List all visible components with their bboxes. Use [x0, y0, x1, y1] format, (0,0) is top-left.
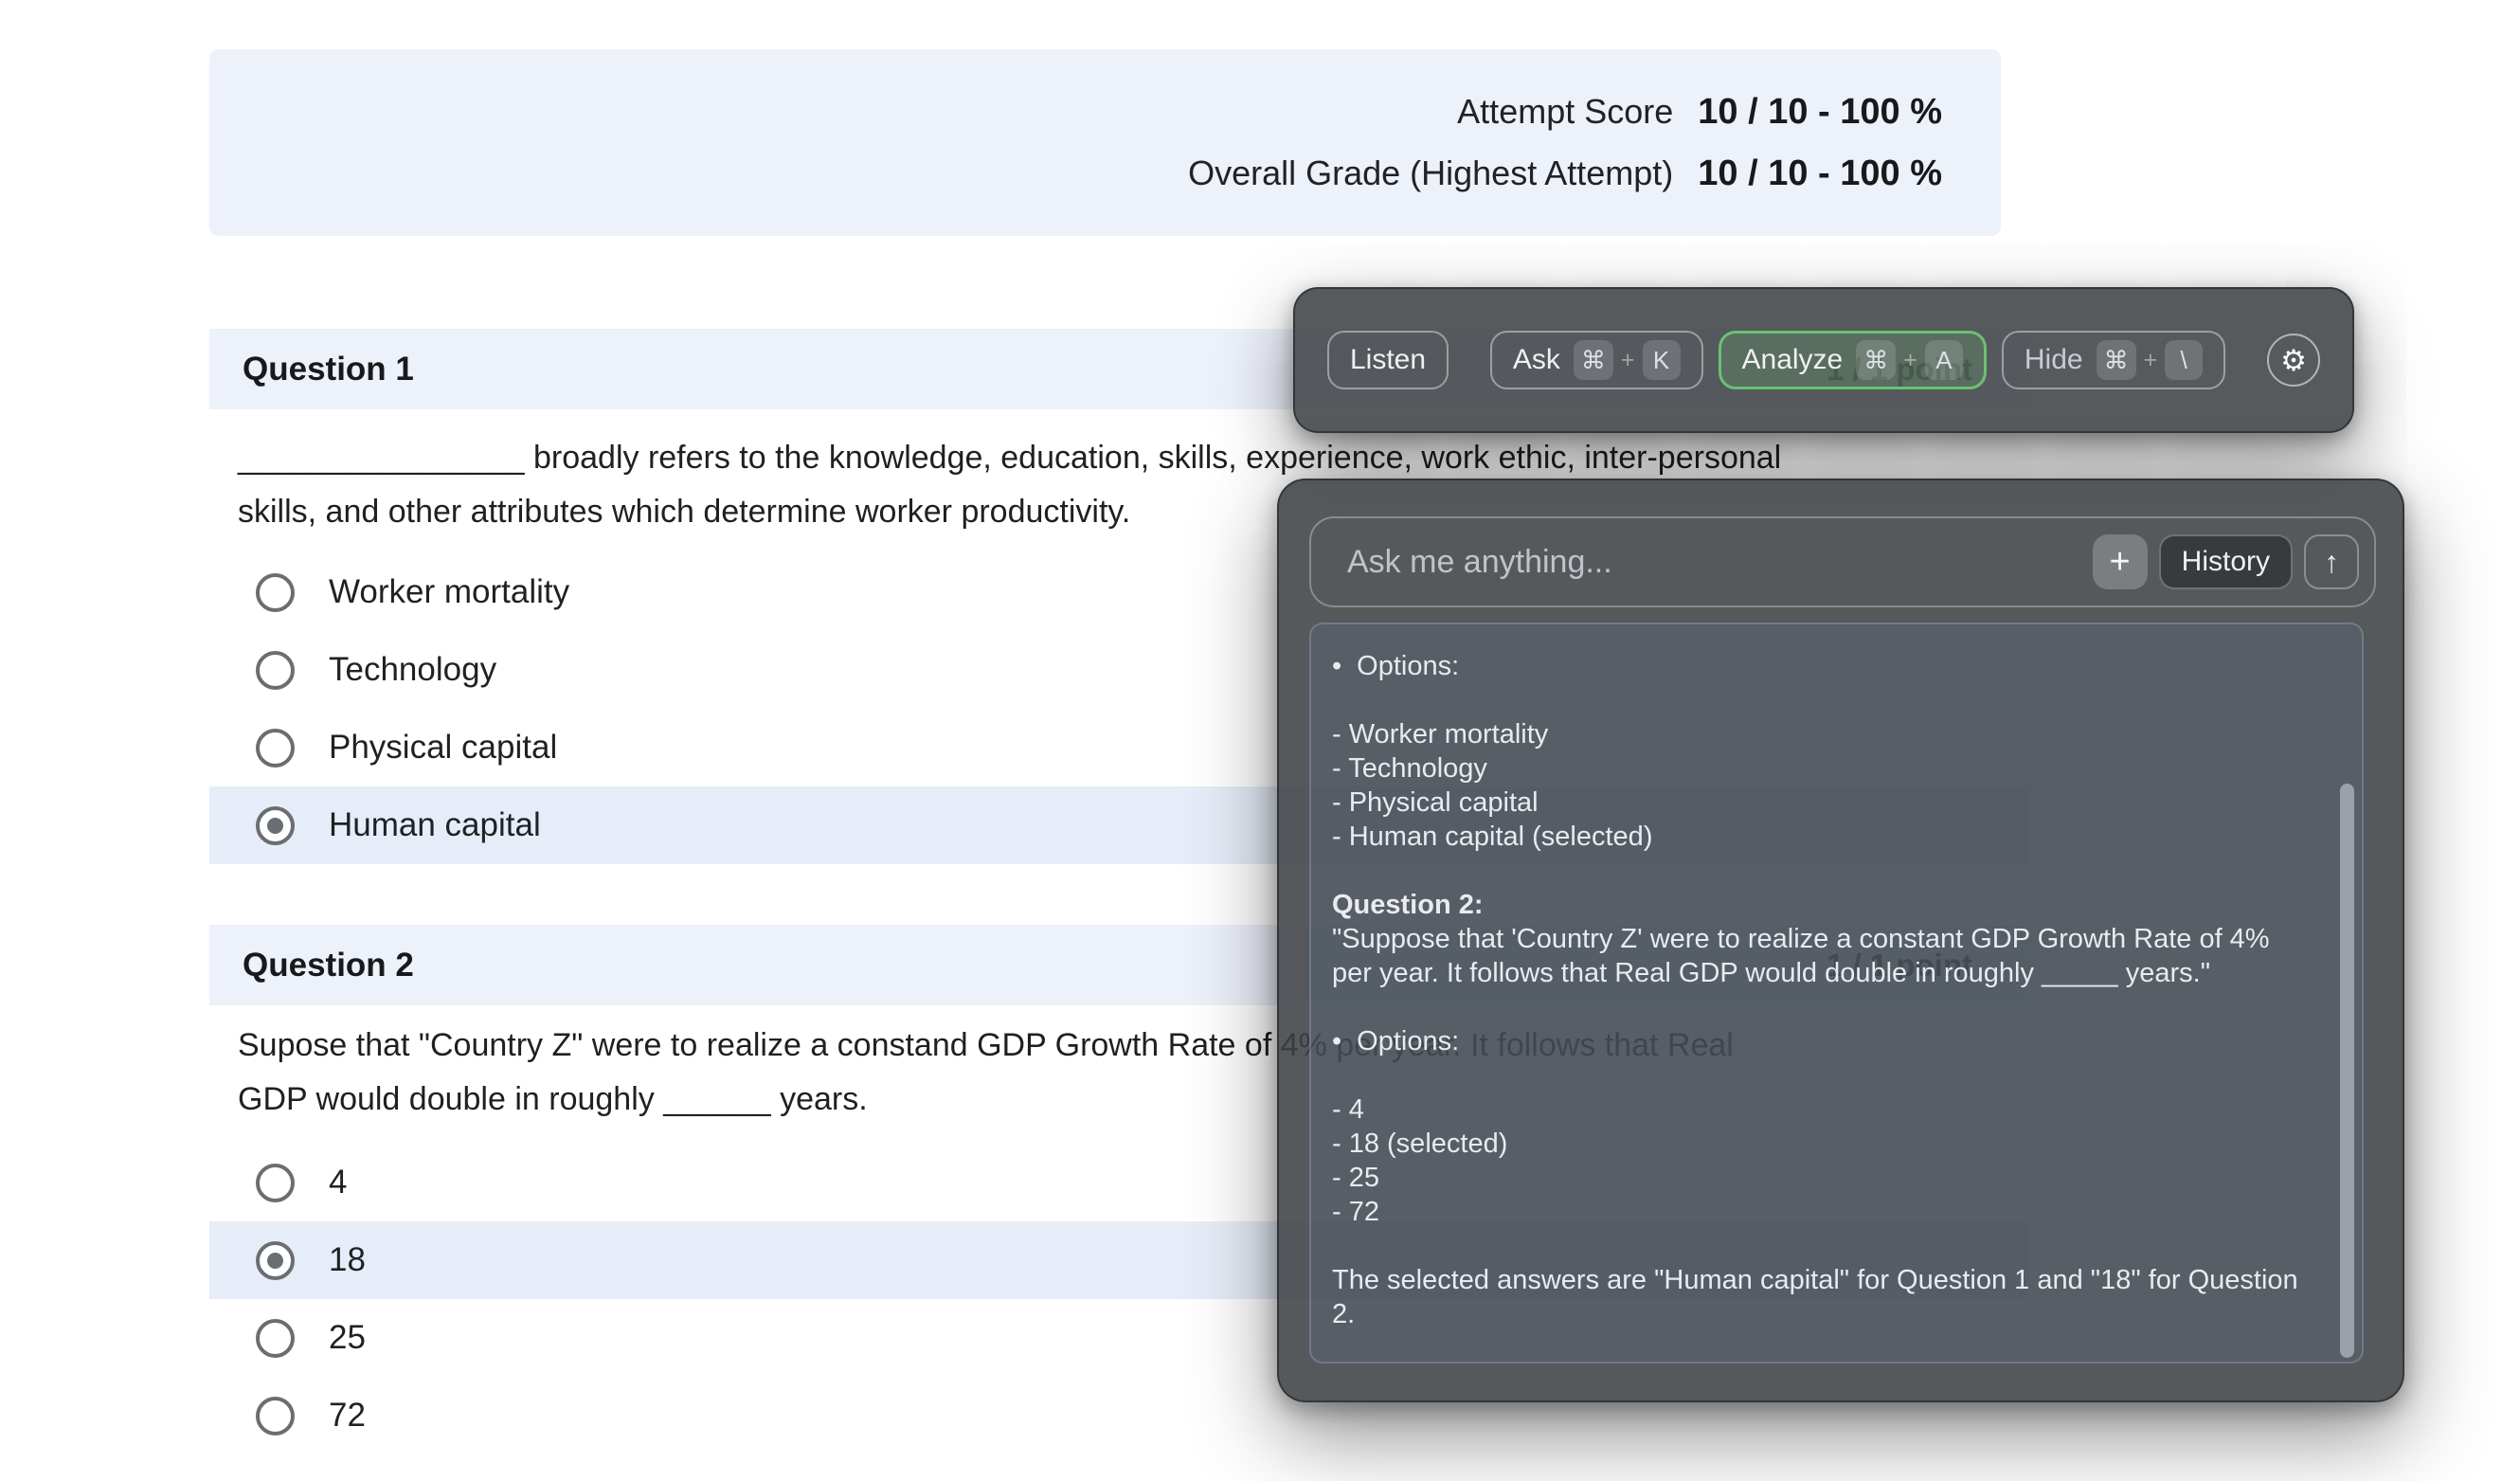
response-options-header: • Options: [1332, 1026, 1460, 1057]
overall-grade-label: Overall Grade (Highest Attempt) [1188, 153, 1674, 192]
assistant-panel: + History ↑ •Options: - Worker mortality… [1277, 479, 2404, 1402]
option-label: Technology [329, 651, 497, 688]
question-2-title: Question 2 [243, 946, 414, 984]
submit-button[interactable]: ↑ [2304, 534, 2359, 589]
assistant-toolbar: Listen Ask ⌘ + K Analyze ⌘ + A Hide ⌘ + … [1293, 287, 2354, 433]
attempt-score-label: Attempt Score [1457, 91, 1674, 131]
response-question-2-quote: "Suppose that 'Country Z' were to realiz… [1332, 922, 2324, 990]
arrow-up-icon: ↑ [2324, 544, 2339, 579]
hide-button[interactable]: Hide ⌘ + \ [2001, 331, 2226, 389]
option-label: 18 [329, 1241, 366, 1278]
response-option-line: - Physical capital [1332, 787, 1539, 818]
gear-icon: ⚙ [2280, 343, 2307, 377]
toolbar-button-cluster: Ask ⌘ + K Analyze ⌘ + A Hide ⌘ + \ [1489, 331, 2226, 389]
radio-button-selected-icon[interactable] [256, 805, 295, 845]
response-option-line: - 72 [1332, 1197, 1379, 1227]
scrollbar-thumb[interactable] [2340, 784, 2354, 1358]
response-option-line: - 25 [1332, 1163, 1379, 1193]
option-label: Physical capital [329, 729, 558, 766]
radio-button-icon[interactable] [256, 1163, 295, 1202]
option-label: 25 [329, 1319, 366, 1356]
k-key-cap: K [1642, 340, 1681, 380]
bullet-icon: • [1332, 1026, 1342, 1057]
option-label: Worker mortality [329, 573, 570, 610]
ask-input[interactable] [1345, 542, 2093, 582]
radio-button-icon[interactable] [256, 650, 295, 690]
analyze-button-label: Analyze [1741, 344, 1844, 375]
backslash-key-cap: \ [2165, 340, 2204, 380]
response-summary-line: 2. [1332, 1299, 1356, 1329]
ask-button[interactable]: Ask ⌘ + K [1489, 331, 1703, 389]
response-q2-options-list: - 4 - 18 (selected) - 25 - 72 [1332, 1093, 2324, 1229]
command-key-cap: ⌘ [1856, 340, 1897, 380]
response-options-header: • Options: [1332, 651, 1460, 681]
question-1-text-line: ________________ broadly refers to the k… [238, 440, 1782, 476]
attempt-score-row: Attempt Score 10 / 10 - 100 % [1457, 92, 1942, 133]
new-chat-button[interactable]: + [2092, 534, 2148, 589]
radio-button-icon[interactable] [256, 1318, 295, 1358]
response-question-2-header: Question 2: [1332, 890, 1484, 920]
radio-button-icon[interactable] [256, 728, 295, 768]
response-q1-options-list: - Worker mortality - Technology - Physic… [1332, 717, 2324, 854]
score-panel: Attempt Score 10 / 10 - 100 % Overall Gr… [209, 49, 2001, 236]
a-key-cap: A [1924, 340, 1963, 380]
response-quote-line: "Suppose that 'Country Z' were to realiz… [1332, 924, 2270, 954]
radio-button-selected-icon[interactable] [256, 1240, 295, 1280]
analyze-button[interactable]: Analyze ⌘ + A [1718, 331, 1987, 389]
listen-button[interactable]: Listen [1327, 331, 1449, 389]
option-label: 4 [329, 1164, 348, 1201]
radio-button-icon[interactable] [256, 1396, 295, 1436]
option-label: Human capital [329, 806, 541, 843]
response-option-line: - Technology [1332, 753, 1487, 784]
ask-button-label: Ask [1512, 344, 1560, 375]
plus-icon: + [2109, 541, 2131, 582]
question-1-title: Question 1 [243, 350, 414, 388]
listen-button-label: Listen [1350, 344, 1427, 375]
command-key-cap: ⌘ [1573, 340, 1613, 380]
response-option-line: - 4 [1332, 1094, 1364, 1125]
response-area: • Options: - Worker mortality - Technolog… [1309, 623, 2364, 1364]
history-button-label: History [2181, 546, 2270, 577]
response-option-line: - Human capital (selected) [1332, 822, 1653, 852]
key-separator: + [1620, 346, 1635, 373]
response-option-line: - 18 (selected) [1332, 1129, 1508, 1159]
overall-grade-value: 10 / 10 - 100 % [1698, 153, 1942, 193]
hide-button-label: Hide [2024, 344, 2083, 375]
response-summary: The selected answers are "Human capital"… [1332, 1263, 2324, 1331]
settings-button[interactable]: ⚙ [2267, 334, 2320, 387]
bullet-icon: • [1332, 651, 1342, 681]
attempt-score-value: 10 / 10 - 100 % [1698, 91, 1942, 132]
history-button[interactable]: History [2158, 534, 2293, 589]
overall-grade-row: Overall Grade (Highest Attempt) 10 / 10 … [1188, 154, 1942, 194]
command-key-cap: ⌘ [2096, 340, 2136, 380]
response-option-line: - Worker mortality [1332, 719, 1549, 750]
response-summary-line: The selected answers are "Human capital"… [1332, 1265, 2298, 1295]
key-separator: + [1903, 346, 1917, 373]
key-separator: + [2143, 346, 2158, 373]
option-label: 72 [329, 1397, 366, 1434]
radio-button-icon[interactable] [256, 572, 295, 612]
response-quote-line: per year. It follows that Real GDP would… [1332, 958, 2211, 988]
ask-input-row: + History ↑ [1309, 516, 2376, 607]
